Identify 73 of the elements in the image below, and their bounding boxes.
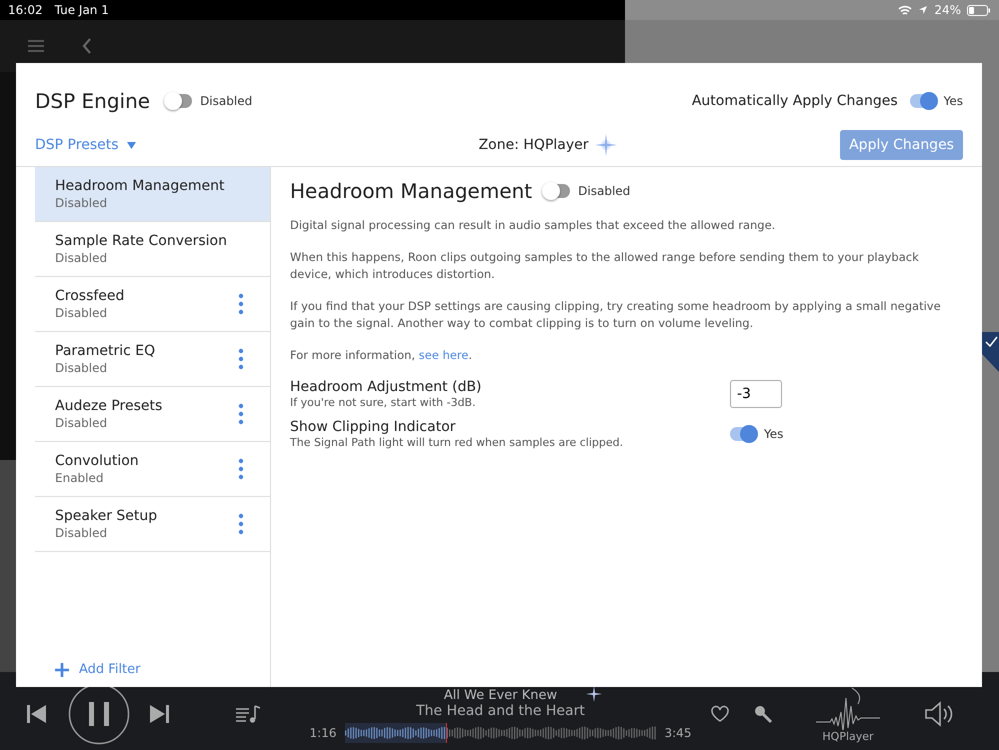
status-date: Tue Jan 1	[54, 3, 109, 17]
filter-name: Convolution	[55, 453, 139, 469]
filter-name: Headroom Management	[55, 178, 224, 194]
description-paragraph: When this happens, Roon clips outgoing samples to the allowed range before sending them to your playback device, which introduces distortion.	[290, 249, 920, 283]
caret-icon	[126, 142, 136, 148]
presets-dropdown[interactable]: DSP Presets	[35, 137, 195, 153]
next-icon[interactable]	[148, 704, 170, 724]
setting-hint: The Signal Path light will turn red when samples are clipped.	[290, 436, 624, 449]
filter-status: Disabled	[55, 361, 108, 375]
battery-icon	[967, 4, 991, 16]
toggle-label: Disabled	[200, 94, 252, 108]
filter-name: Sample Rate Conversion	[55, 233, 227, 249]
filter-item[interactable]: Convolution Enabled	[35, 442, 270, 497]
setting-hint: If you're not sure, start with -3dB.	[290, 396, 477, 409]
duration-time: 3:45	[664, 726, 692, 740]
filter-name: Parametric EQ	[55, 343, 156, 359]
toggle-label: Yes	[764, 427, 784, 441]
filter-status: Disabled	[55, 416, 108, 430]
filter-item[interactable]: Parametric EQ Disabled	[35, 332, 270, 387]
filter-item[interactable]: Audeze Presets Disabled	[35, 387, 270, 442]
filter-name: Speaker Setup	[55, 508, 158, 524]
filter-item[interactable]: Crossfeed Disabled	[35, 277, 270, 332]
battery-percent: 24%	[934, 3, 961, 17]
filter-toggle[interactable]	[544, 184, 570, 198]
previous-icon[interactable]	[26, 704, 48, 724]
sparkle-icon	[594, 134, 617, 156]
toggle-label: Yes	[944, 94, 963, 108]
add-filter-button[interactable]: Add Filter	[35, 662, 140, 687]
description-paragraph: Digital signal processing can result in audio samples that exceed the allowed range.	[290, 217, 776, 234]
sparkle-icon	[586, 686, 602, 702]
filter-title: Headroom Management	[290, 179, 532, 203]
filter-status: Disabled	[55, 306, 108, 320]
filter-status: Disabled	[55, 196, 108, 210]
setting-label: Headroom Adjustment (dB)	[290, 379, 483, 395]
filter-item[interactable]: Speaker Setup Disabled	[35, 497, 270, 552]
more-icon[interactable]	[238, 348, 244, 370]
filter-item[interactable]: Sample Rate Conversion Disabled	[35, 222, 270, 277]
heart-icon[interactable]	[710, 705, 730, 723]
artist-name: The Head and the Heart	[416, 702, 585, 718]
auto-apply-toggle[interactable]	[910, 94, 936, 108]
filter-status: Disabled	[55, 526, 108, 540]
status-time: 16:02	[8, 3, 43, 17]
filter-name: Crossfeed	[55, 288, 124, 304]
more-icon[interactable]	[238, 403, 244, 425]
back-icon[interactable]	[82, 38, 92, 54]
more-icon[interactable]	[238, 513, 244, 535]
location-icon	[918, 5, 928, 15]
clipping-toggle[interactable]	[730, 427, 756, 441]
zone-button[interactable]: HQPlayer	[816, 686, 880, 742]
filter-status: Enabled	[55, 471, 104, 485]
track-title: All We Ever Knew	[444, 688, 558, 702]
more-icon[interactable]	[238, 293, 244, 315]
description-paragraph: If you find that your DSP settings are causing clipping, try creating some headroom by applying a small negative gain to the signal. Another way to combat clipping is to turn on volume leveling.	[290, 298, 942, 332]
engine-toggle[interactable]	[166, 94, 192, 108]
headroom-input[interactable]: -3	[730, 380, 782, 408]
more-info-sentence: For more information, see here.	[290, 347, 474, 364]
more-icon[interactable]	[238, 458, 244, 480]
plus-icon	[55, 662, 69, 676]
filter-status: Disabled	[55, 251, 108, 265]
zone-label: Zone: HQPlayer	[478, 137, 589, 153]
menu-icon[interactable]	[28, 40, 44, 52]
filter-item[interactable]: Headroom Management Disabled	[35, 167, 270, 222]
see-here-link[interactable]: see here	[418, 348, 468, 362]
elapsed-time: 1:16	[310, 726, 336, 740]
auto-apply-label: Automatically Apply Changes	[692, 93, 898, 109]
dialog-title: DSP Engine	[35, 89, 150, 113]
queue-icon[interactable]	[235, 703, 261, 725]
volume-icon[interactable]	[924, 701, 954, 727]
toggle-label: Disabled	[578, 184, 630, 198]
wifi-icon	[898, 4, 912, 16]
filter-name: Audeze Presets	[55, 398, 162, 414]
waveform-seek-bar[interactable]	[344, 722, 656, 742]
setting-label: Show Clipping Indicator	[290, 419, 457, 435]
